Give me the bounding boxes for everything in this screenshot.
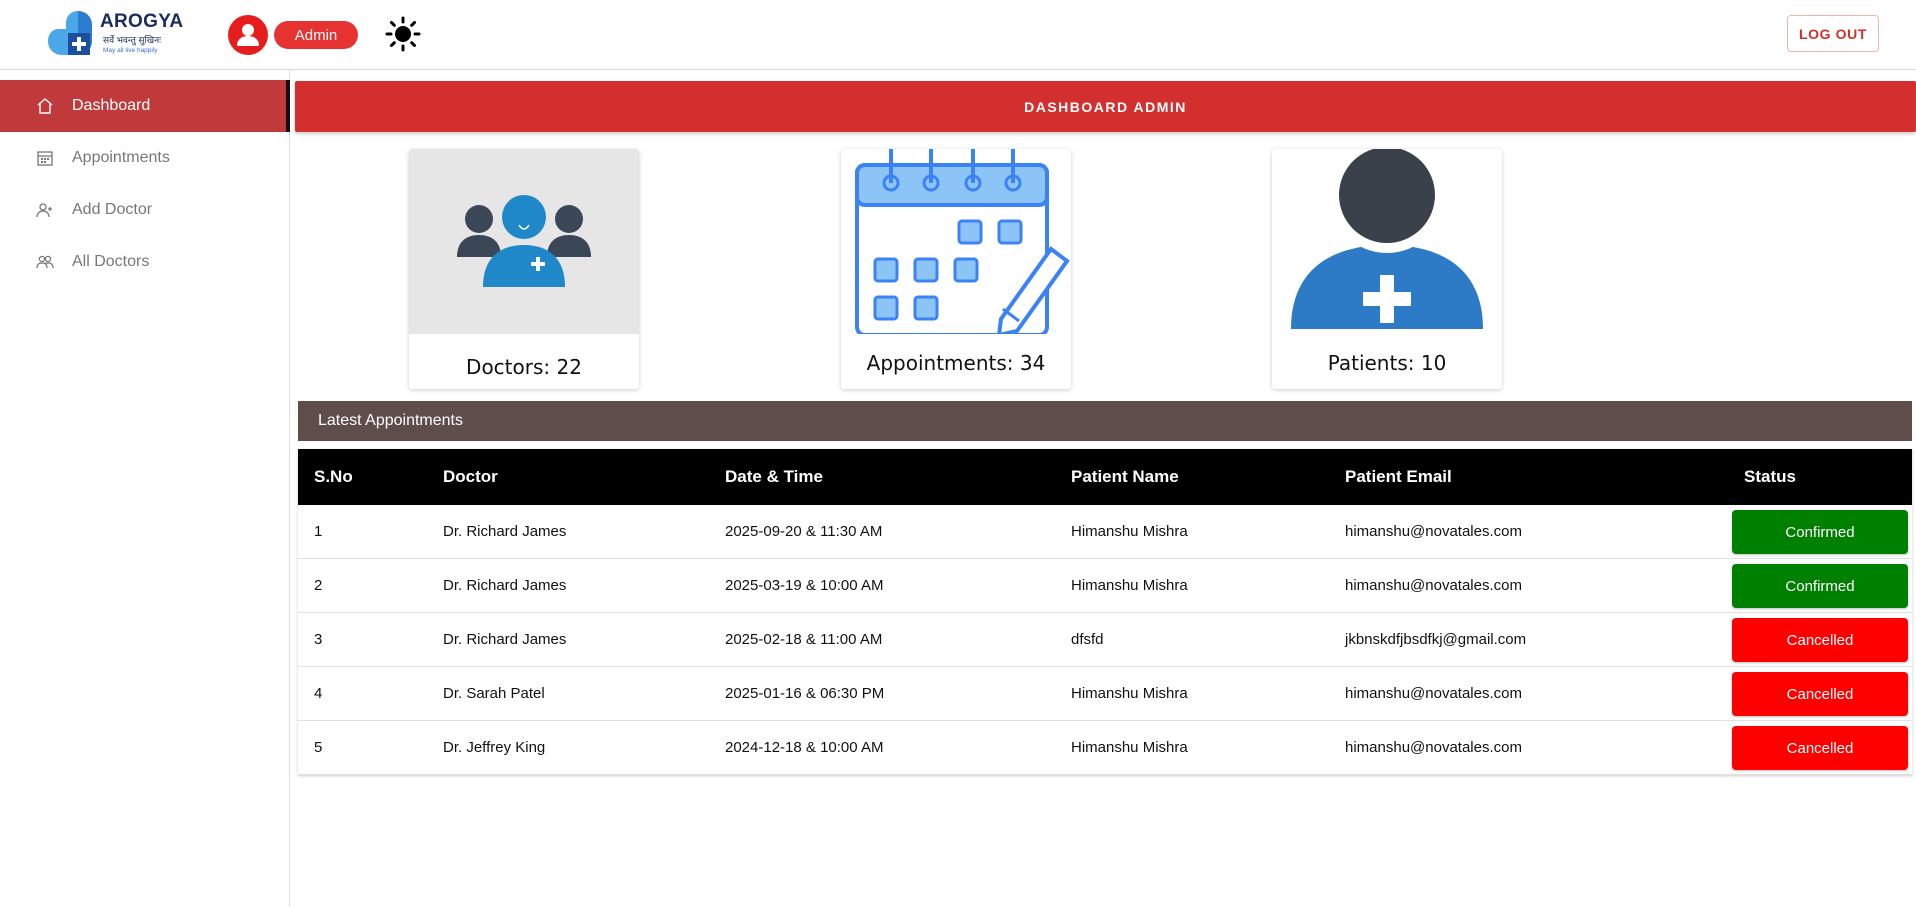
sidebar-item-label: Add Doctor [72, 201, 153, 218]
cell-datetime: 2025-01-16 & 06:30 PM [725, 685, 885, 702]
table-header: S.No Doctor Date & Time Patient Name Pat… [298, 449, 1912, 505]
cell-datetime: 2025-02-18 & 11:00 AM [725, 631, 883, 648]
home-icon [36, 97, 54, 115]
table-row: 3 Dr. Richard James 2025-02-18 & 11:00 A… [298, 613, 1912, 667]
cell-patient-name: Himanshu Mishra [1071, 685, 1188, 702]
stat-patients-label: Patients: 10 [1327, 351, 1447, 375]
cell-doctor: Dr. Richard James [443, 577, 567, 594]
stat-doctors-label: Doctors: 22 [466, 355, 582, 379]
column-header-datetime: Date & Time [725, 467, 823, 486]
cell-sno: 2 [314, 577, 323, 594]
column-header-status: Status [1744, 467, 1796, 486]
cell-datetime: 2025-03-19 & 10:00 AM [725, 577, 884, 594]
cell-patient-email: himanshu@novatales.com [1345, 739, 1522, 756]
user-plus-icon [36, 201, 54, 219]
role-badge: Admin [274, 21, 358, 49]
doctors-group-icon [409, 149, 639, 334]
sidebar-item-appointments[interactable]: Appointments [0, 132, 290, 184]
cell-sno: 3 [314, 631, 323, 648]
cell-datetime: 2025-09-20 & 11:30 AM [725, 523, 883, 540]
logo-tagline: सर्वे भवन्तु सुखिनः [103, 35, 161, 45]
page-title-banner: DASHBOARD ADMIN [295, 81, 1916, 132]
user-circle-icon [228, 15, 268, 55]
users-icon [36, 253, 54, 271]
appointments-table: S.No Doctor Date & Time Patient Name Pat… [298, 449, 1912, 775]
calendar-edit-icon [841, 149, 1071, 338]
logo-tagline-en: May all live happily [103, 47, 158, 54]
user-chip[interactable]: Admin [222, 12, 372, 58]
logout-button[interactable]: LOG OUT [1787, 15, 1879, 52]
logo-name: AROGYA [100, 11, 184, 32]
logo-mark-icon [48, 11, 92, 55]
cell-patient-email: jkbnskdfjbsdfkj@gmail.com [1345, 631, 1527, 648]
cell-doctor: Dr. Richard James [443, 523, 567, 540]
column-header-patient-name: Patient Name [1071, 467, 1179, 486]
stat-card-appointments[interactable]: Appointments: 34 [841, 149, 1071, 389]
status-badge-cancelled[interactable]: Cancelled [1732, 672, 1908, 716]
sidebar-item-label: All Doctors [72, 253, 150, 270]
cell-sno: 4 [314, 685, 323, 702]
sidebar-item-dashboard[interactable]: Dashboard [0, 80, 290, 132]
status-badge-confirmed[interactable]: Confirmed [1732, 564, 1908, 608]
status-badge-cancelled[interactable]: Cancelled [1732, 618, 1908, 662]
cell-doctor: Dr. Sarah Patel [443, 685, 545, 702]
patient-icon [1272, 149, 1502, 334]
column-header-doctor: Doctor [443, 467, 498, 486]
cell-patient-email: himanshu@novatales.com [1345, 685, 1522, 702]
cell-doctor: Dr. Jeffrey King [443, 739, 546, 756]
sidebar: Dashboard Appointments Add Doctor All Do… [0, 70, 290, 907]
sidebar-item-label: Appointments [72, 149, 170, 166]
table-row: 2 Dr. Richard James 2025-03-19 & 10:00 A… [298, 559, 1912, 613]
stat-appointments-label: Appointments: 34 [866, 351, 1046, 375]
stat-card-doctors[interactable]: Doctors: 22 [409, 149, 639, 389]
table-row: 1 Dr. Richard James 2025-09-20 & 11:30 A… [298, 505, 1912, 559]
cell-patient-email: himanshu@novatales.com [1345, 523, 1522, 540]
column-header-patient-email: Patient Email [1345, 467, 1452, 486]
cell-patient-name: Himanshu Mishra [1071, 523, 1188, 540]
cell-patient-name: Himanshu Mishra [1071, 739, 1188, 756]
table-row: 5 Dr. Jeffrey King 2024-12-18 & 10:00 AM… [298, 721, 1912, 775]
table-row: 4 Dr. Sarah Patel 2025-01-16 & 06:30 PM … [298, 667, 1912, 721]
sidebar-item-all-doctors[interactable]: All Doctors [0, 236, 290, 288]
top-header: AROGYA सर्वे भवन्तु सुखिनः May all live … [0, 0, 1916, 70]
arogya-logo[interactable]: AROGYA सर्वे भवन्तु सुखिनः May all live … [48, 9, 188, 59]
status-badge-cancelled[interactable]: Cancelled [1732, 726, 1908, 770]
sun-icon[interactable] [383, 14, 423, 54]
sidebar-item-label: Dashboard [72, 97, 151, 114]
cell-doctor: Dr. Richard James [443, 631, 567, 648]
stat-card-patients[interactable]: Patients: 10 [1272, 149, 1502, 389]
cell-sno: 5 [314, 739, 323, 756]
cell-patient-name: dfsfd [1071, 631, 1104, 648]
status-badge-confirmed[interactable]: Confirmed [1732, 510, 1908, 554]
cell-patient-name: Himanshu Mishra [1071, 577, 1188, 594]
calendar-icon [36, 149, 54, 167]
cell-patient-email: himanshu@novatales.com [1345, 577, 1522, 594]
cell-sno: 1 [314, 523, 323, 540]
latest-appointments-title: Latest Appointments [298, 401, 1912, 441]
column-header-sno: S.No [314, 467, 353, 486]
cell-datetime: 2024-12-18 & 10:00 AM [725, 739, 884, 756]
sidebar-item-add-doctor[interactable]: Add Doctor [0, 184, 290, 236]
